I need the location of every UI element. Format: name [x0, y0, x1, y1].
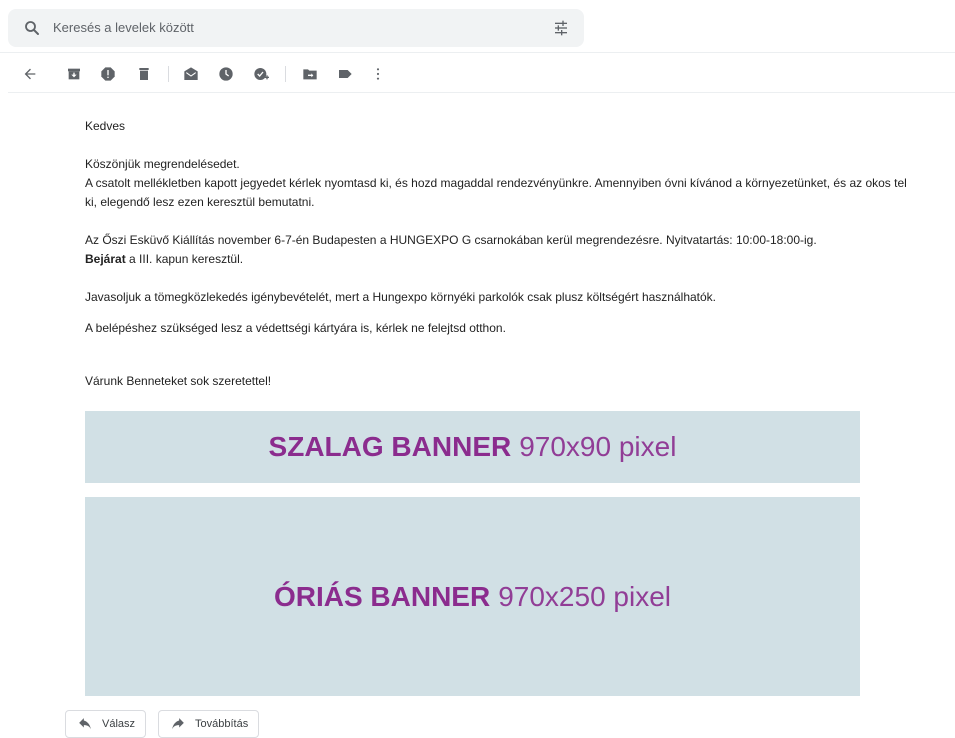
add-task-icon[interactable]: [253, 66, 269, 82]
more-options-icon[interactable]: [370, 66, 386, 82]
entrance-label: Bejárat: [85, 252, 126, 266]
archive-icon[interactable]: [66, 66, 82, 82]
move-to-icon[interactable]: [302, 66, 318, 82]
divider: [0, 52, 955, 53]
search-bar[interactable]: Keresés a levelek között: [8, 9, 584, 47]
paragraph: Az Őszi Esküvő Kiállítás november 6-7-én…: [85, 233, 817, 247]
back-arrow-icon[interactable]: [22, 66, 38, 82]
forward-icon: [172, 718, 184, 730]
forward-label: Továbbítás: [195, 718, 249, 730]
banner-size: 970x250 pixel: [498, 580, 672, 612]
toolbar-separator: [285, 66, 286, 82]
search-options-icon[interactable]: [553, 20, 569, 36]
closing-line: Várunk Benneteket sok szeretettel!: [85, 374, 272, 388]
greeting: Kedves: [85, 119, 126, 133]
paragraph: A csatolt mellékletben kapott jegyedet k…: [85, 176, 907, 190]
label-icon[interactable]: [337, 66, 353, 82]
paragraph: A belépéshez szükséged lesz a védettségi…: [85, 321, 506, 335]
email-toolbar: [0, 60, 955, 88]
delete-icon[interactable]: [136, 66, 152, 82]
banner-size: 970x90 pixel: [519, 431, 677, 462]
thanks-line: Köszönjük megrendelésedet.: [85, 157, 240, 171]
paragraph: ki, elegendő lesz ezen keresztül bemutat…: [85, 195, 315, 209]
ribbon-banner[interactable]: SZALAG BANNER 970x90 pixel: [85, 411, 860, 483]
toolbar-separator: [168, 66, 169, 82]
banner-title: SZALAG BANNER: [268, 431, 512, 462]
snooze-icon[interactable]: [218, 66, 234, 82]
divider: [8, 92, 955, 93]
search-input[interactable]: Keresés a levelek között: [53, 20, 194, 35]
search-icon[interactable]: [23, 19, 41, 37]
email-body: Kedves Köszönjük megrendelésedet. A csat…: [85, 117, 955, 391]
giant-banner[interactable]: ÓRIÁS BANNER 970x250 pixel: [85, 497, 860, 696]
banner-title: ÓRIÁS BANNER: [273, 580, 491, 612]
mark-unread-icon[interactable]: [183, 66, 199, 82]
reply-icon: [79, 718, 91, 730]
paragraph: Bejárat a III. kapun keresztül.: [85, 250, 955, 269]
paragraph: Javasoljuk a tömegközlekedés igénybevéte…: [85, 290, 717, 304]
reply-button[interactable]: Válasz: [65, 710, 147, 738]
forward-button[interactable]: Továbbítás: [158, 710, 260, 738]
report-spam-icon[interactable]: [100, 66, 116, 82]
entrance-text: a III. kapun keresztül.: [125, 252, 244, 266]
reply-label: Válasz: [102, 718, 136, 730]
